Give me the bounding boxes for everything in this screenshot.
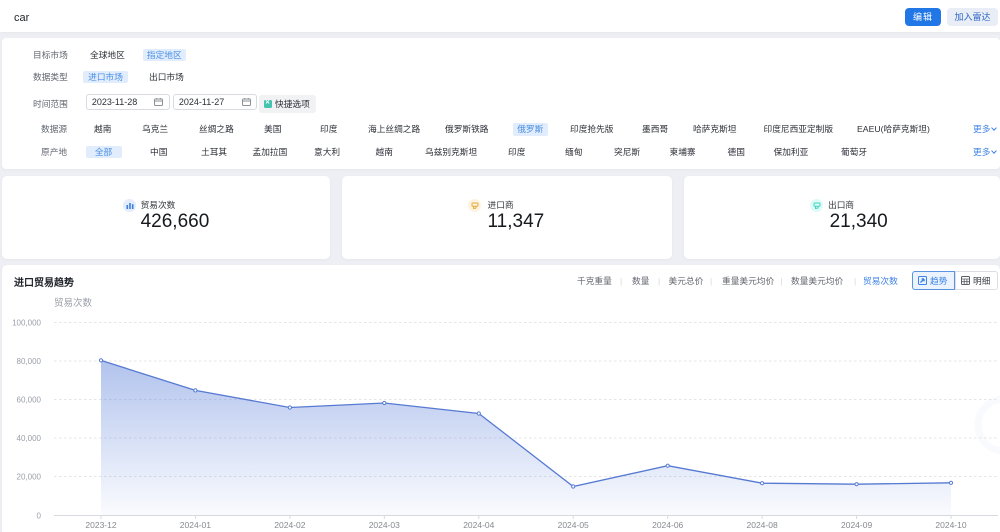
svg-text:100,000: 100,000	[12, 318, 41, 327]
svg-text:60,000: 60,000	[17, 395, 42, 404]
svg-text:2023-12: 2023-12	[85, 520, 116, 530]
svg-text:2024-09: 2024-09	[841, 520, 872, 530]
svg-text:2024-03: 2024-03	[369, 520, 400, 530]
svg-text:40,000: 40,000	[17, 434, 42, 443]
svg-text:2024-06: 2024-06	[652, 520, 683, 530]
svg-text:20,000: 20,000	[17, 472, 42, 481]
svg-text:贸易次数: 贸易次数	[54, 297, 93, 309]
svg-text:2024-04: 2024-04	[463, 520, 494, 530]
svg-text:2024-02: 2024-02	[274, 520, 305, 530]
svg-text:2024-10: 2024-10	[935, 520, 966, 530]
svg-text:2024-08: 2024-08	[746, 520, 777, 530]
svg-text:80,000: 80,000	[17, 357, 42, 366]
svg-text:2024-01: 2024-01	[180, 520, 211, 530]
svg-text:0: 0	[37, 511, 42, 520]
svg-text:2024-05: 2024-05	[558, 520, 589, 530]
